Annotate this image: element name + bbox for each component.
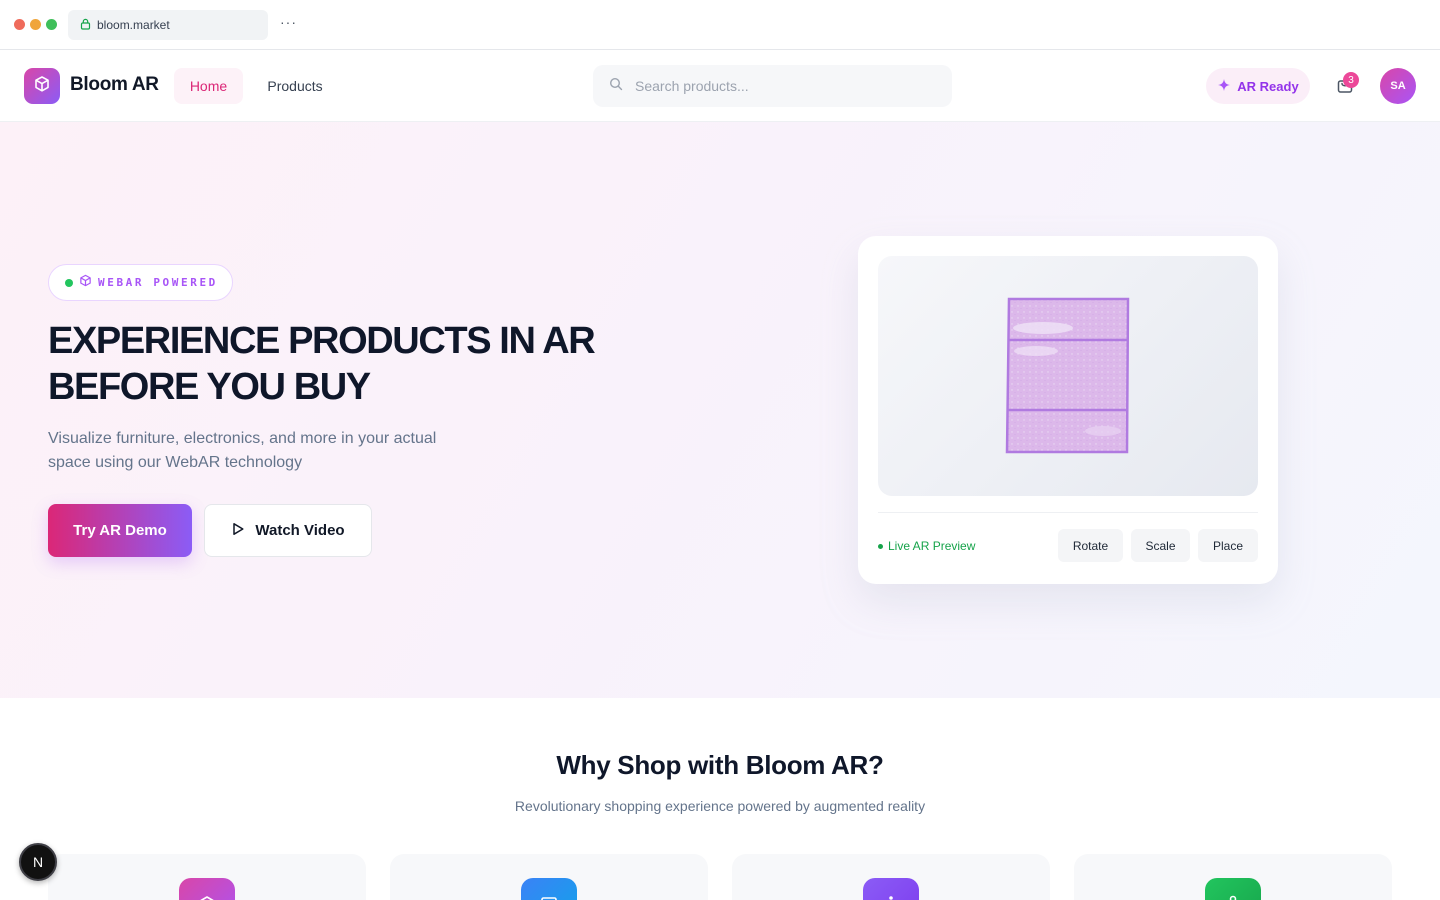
card-divider — [878, 512, 1258, 513]
live-ar-status: Live AR Preview — [878, 539, 975, 553]
feature-icon-box — [1205, 878, 1261, 900]
feature-card — [390, 854, 708, 900]
webar-badge: WEBAR POWERED — [48, 264, 233, 301]
feature-card — [48, 854, 366, 900]
screen-icon — [539, 894, 559, 900]
live-dot — [878, 543, 883, 549]
user-icon — [1223, 894, 1243, 900]
watch-video-button[interactable]: Watch Video — [204, 504, 372, 557]
try-ar-demo-button[interactable]: Try AR Demo — [48, 504, 192, 557]
feature-icon-box — [863, 878, 919, 900]
section-title: Why Shop with Bloom AR? — [556, 750, 884, 780]
watch-video-label: Watch Video — [255, 522, 345, 539]
hero-title: Experience Products in AR Before You Buy — [48, 320, 596, 408]
hero-subtitle: Visualize furniture, electronics, and mo… — [48, 430, 437, 471]
feature-card — [1074, 854, 1392, 900]
cube-icon — [197, 894, 217, 900]
ar-ready-label: AR Ready — [1237, 78, 1299, 94]
devtools-badge[interactable]: N — [19, 843, 57, 881]
scale-button[interactable]: Scale — [1131, 529, 1190, 562]
maximize-window-button[interactable] — [46, 19, 57, 30]
more-options-button[interactable]: ··· — [280, 14, 297, 30]
cart-count-badge: 3 — [1343, 72, 1359, 88]
sparkle-icon — [1217, 78, 1231, 95]
nav-products[interactable]: Products — [253, 68, 337, 104]
app-header: Bloom AR Home Products AR Ready 3 SA — [0, 50, 1440, 122]
search-bar[interactable] — [593, 65, 952, 107]
cabinet-model — [1005, 297, 1130, 454]
status-dot — [65, 278, 73, 287]
avatar[interactable]: SA — [1380, 68, 1416, 104]
feature-card — [732, 854, 1050, 900]
nav-home[interactable]: Home — [174, 68, 243, 104]
ar-preview-viewport[interactable] — [878, 256, 1258, 496]
section-subtitle: Revolutionary shopping experience powere… — [514, 798, 926, 814]
cube-icon — [79, 274, 92, 292]
ar-ready-badge[interactable]: AR Ready — [1206, 68, 1310, 104]
rotate-button[interactable]: Rotate — [1058, 529, 1123, 562]
browser-chrome: bloom.market ··· — [0, 0, 1440, 50]
feature-icon-box — [521, 878, 577, 900]
minimize-window-button[interactable] — [30, 19, 41, 30]
search-icon — [609, 77, 623, 96]
ar-preview-card: Live AR Preview Rotate Scale Place — [858, 236, 1278, 584]
pointer-icon — [881, 894, 901, 900]
close-window-button[interactable] — [14, 19, 25, 30]
search-input[interactable] — [635, 78, 935, 94]
hero-section: WEBAR POWERED Experience Products in AR … — [0, 122, 1440, 698]
address-bar[interactable]: bloom.market — [68, 10, 268, 40]
place-button[interactable]: Place — [1198, 529, 1258, 562]
play-icon — [231, 522, 245, 540]
logo[interactable] — [24, 68, 60, 104]
lock-icon — [80, 18, 91, 33]
brand-name[interactable]: Bloom AR — [70, 74, 159, 96]
cube-icon — [33, 75, 51, 98]
badge-label: WEBAR POWERED — [98, 276, 218, 289]
url-text: bloom.market — [97, 18, 170, 32]
feature-icon-box — [179, 878, 235, 900]
live-ar-label: Live AR Preview — [888, 539, 976, 553]
